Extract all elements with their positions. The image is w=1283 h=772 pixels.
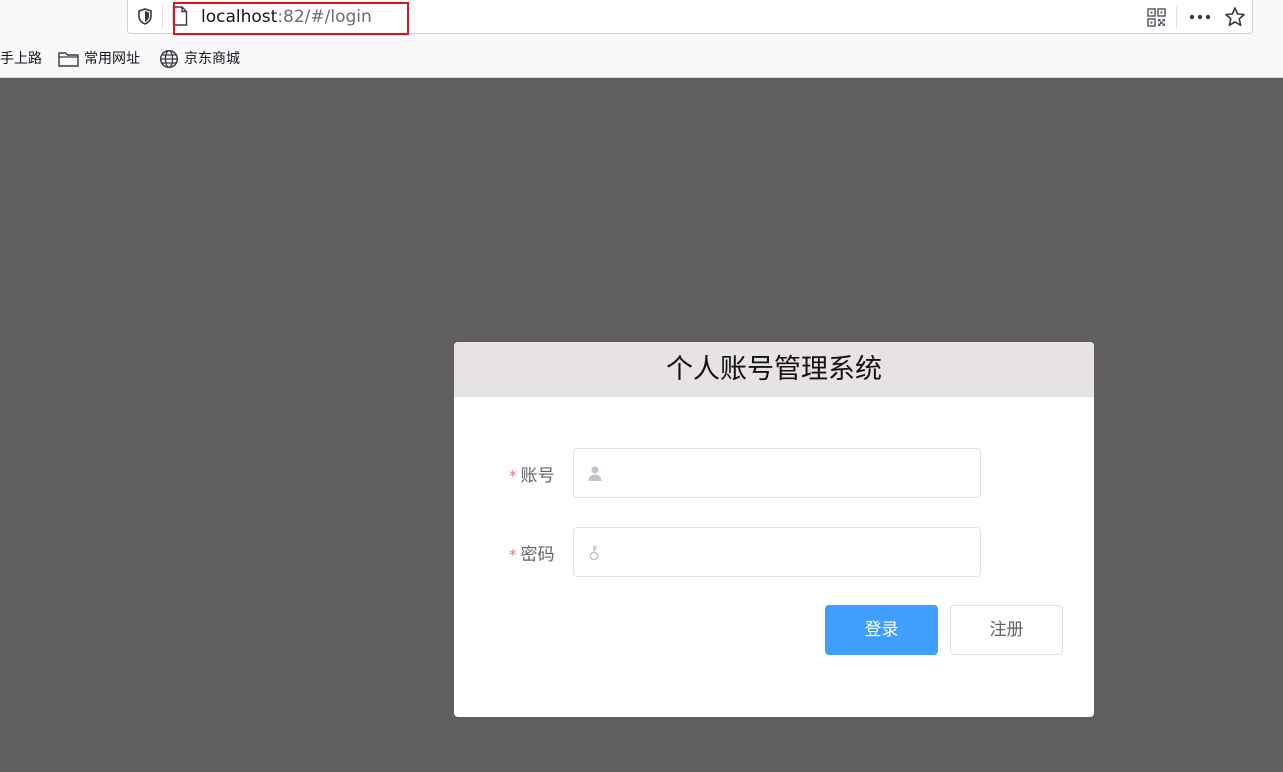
bookmarks-bar: 手上路 常用网址 京东商城 bbox=[0, 38, 1283, 78]
address-bar[interactable]: localhost:82/#/login bbox=[127, 0, 1253, 35]
user-icon bbox=[588, 466, 602, 481]
password-input[interactable] bbox=[610, 528, 970, 576]
globe-icon bbox=[159, 49, 179, 69]
bookmark-label: 常用网址 bbox=[84, 51, 140, 67]
folder-icon bbox=[58, 52, 79, 67]
password-field[interactable] bbox=[573, 527, 981, 577]
register-button[interactable]: 注册 bbox=[950, 605, 1063, 655]
login-button[interactable]: 登录 bbox=[825, 605, 938, 655]
account-label: * 账号 bbox=[509, 461, 555, 486]
shield-icon[interactable] bbox=[137, 8, 153, 25]
password-label: * 密码 bbox=[509, 540, 555, 565]
bookmark-star-icon[interactable] bbox=[1224, 6, 1246, 28]
url-highlight-box bbox=[173, 2, 409, 35]
required-mark: * bbox=[509, 467, 517, 485]
required-mark: * bbox=[509, 546, 517, 564]
more-options-icon[interactable] bbox=[1188, 8, 1212, 26]
account-input[interactable] bbox=[610, 449, 970, 497]
toolbar-separator bbox=[1176, 6, 1177, 28]
qr-code-icon[interactable] bbox=[1147, 8, 1166, 27]
bookmark-label: 京东商城 bbox=[184, 51, 240, 67]
browser-toolbar: localhost:82/#/login bbox=[0, 0, 1283, 38]
bookmark-label: 手上路 bbox=[0, 51, 42, 67]
key-icon bbox=[589, 545, 599, 561]
login-card: 个人账号管理系统 * 账号 * 密码 登录 注册 bbox=[454, 342, 1094, 717]
account-label-text: 账号 bbox=[520, 466, 555, 486]
login-title: 个人账号管理系统 bbox=[454, 342, 1094, 397]
account-field[interactable] bbox=[573, 448, 981, 498]
page-background: 个人账号管理系统 * 账号 * 密码 登录 注册 bbox=[0, 78, 1283, 772]
toolbar-separator bbox=[162, 6, 163, 28]
password-label-text: 密码 bbox=[520, 545, 555, 565]
